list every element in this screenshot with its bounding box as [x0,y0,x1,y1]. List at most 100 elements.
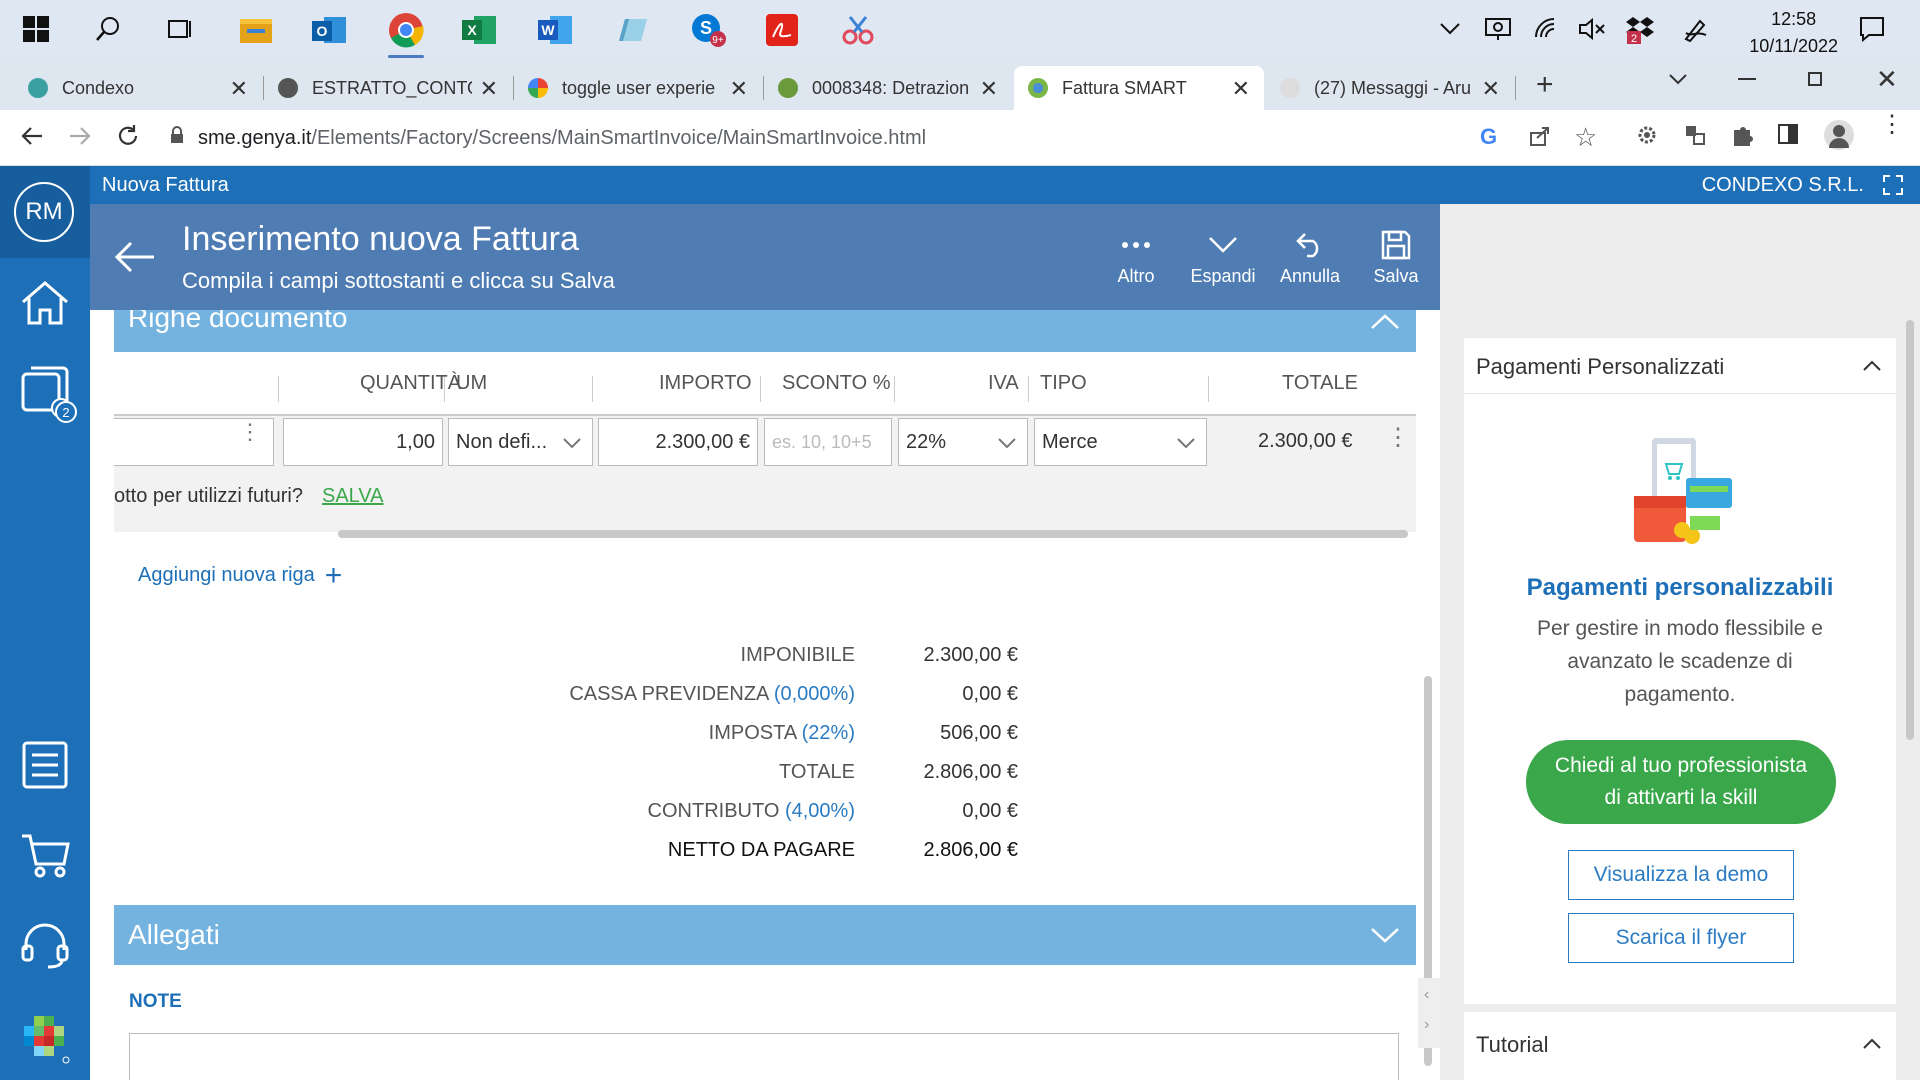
share-icon[interactable] [1528,124,1552,153]
espandi-button[interactable]: Espandi [1183,224,1263,287]
snipping-tool-icon[interactable] [836,8,880,52]
back-arrow-icon[interactable] [114,240,156,279]
field-menu-dots-icon[interactable]: ⋮ [239,421,261,443]
imposta-percent[interactable]: (22%) [802,722,855,744]
panel-toggle-handle[interactable]: ‹ › [1418,978,1440,1048]
windows-start-icon[interactable] [16,9,56,49]
close-tab-icon[interactable]: ✕ [230,76,248,102]
tab-condexo[interactable]: Condexo ✕ [14,66,264,110]
side-panel-icon[interactable] [1778,124,1798,144]
pen-icon[interactable] [1676,9,1716,49]
add-row-button[interactable]: Aggiungi nuova riga + [138,560,342,590]
forward-arrow-icon[interactable] [68,124,92,153]
task-view-icon[interactable] [160,9,200,49]
iva-select[interactable]: 22% [898,418,1028,466]
right-panel-scrollbar[interactable] [1906,320,1914,740]
description-field[interactable]: ⋮ [114,418,274,466]
back-arrow-icon[interactable] [20,124,44,153]
notes-app-icon[interactable] [610,8,654,52]
tutorial-card[interactable]: Tutorial [1464,1012,1896,1080]
sconto-input[interactable]: es. 10, 10+5 [764,418,892,466]
fullscreen-icon[interactable] [1882,174,1904,202]
profile-avatar-icon[interactable] [1824,120,1854,150]
presentation-icon[interactable] [1478,9,1518,49]
outlook-icon[interactable]: O [308,8,352,52]
excel-icon[interactable]: X [458,8,502,52]
file-explorer-icon[interactable] [234,8,278,52]
chiedi-professionista-button[interactable]: Chiedi al tuo professionista di attivart… [1526,740,1836,824]
extension-pin-icon[interactable] [1682,122,1708,153]
skype-icon[interactable]: S 9+ [686,8,730,52]
minimize-icon[interactable] [1738,78,1756,80]
contributo-percent[interactable]: (4,00%) [785,800,855,822]
righe-section-header[interactable]: Righe documento [114,310,1416,352]
dropbox-icon[interactable]: 2 [1620,9,1660,49]
company-name[interactable]: CONDEXO S.R.L. [1702,174,1864,197]
home-icon[interactable] [18,276,72,330]
note-textarea[interactable] [129,1033,1399,1080]
tab-fattura-smart[interactable]: Fattura SMART ✕ [1014,66,1264,110]
system-clock[interactable]: 12:58 10/11/2022 [1749,6,1838,60]
save-product-link[interactable]: SALVA [322,485,384,508]
annulla-label: Annulla [1279,266,1341,286]
um-select[interactable]: Non defi... [448,418,593,466]
close-tab-icon[interactable]: ✕ [480,76,498,102]
altro-button[interactable]: Altro [1096,224,1176,287]
genya-logo-icon[interactable] [18,1012,72,1066]
google-lens-icon[interactable]: G [1480,124,1497,150]
reload-icon[interactable] [116,124,140,153]
chevron-up-tray-icon[interactable] [1430,9,1470,49]
annulla-button[interactable]: Annulla [1270,224,1350,287]
browser-menu-icon[interactable]: ⋮ [1880,113,1904,137]
pagamenti-card-header[interactable]: Pagamenti Personalizzati [1464,338,1896,394]
contributo-value: 0,00 € [962,800,1018,822]
close-tab-icon[interactable]: ✕ [1482,76,1500,102]
scarica-flyer-button[interactable]: Scarica il flyer [1568,913,1794,963]
cart-icon[interactable] [18,828,72,882]
close-tab-icon[interactable]: ✕ [1232,76,1250,102]
tab-aruba-mail[interactable]: (27) Messaggi - Aru ✕ [1266,66,1516,110]
row-totale: 2.300,00 € [1258,430,1353,452]
importo-input[interactable]: 2.300,00 € [598,418,758,466]
chevron-up-icon[interactable] [1862,360,1882,372]
tipo-select[interactable]: Merce [1034,418,1207,466]
wifi-icon[interactable] [1526,9,1566,49]
close-window-icon[interactable]: ✕ [1876,64,1898,95]
user-avatar[interactable]: RM [14,182,74,242]
pagamenti-card: Pagamenti Personalizzati Pagamenti perso… [1464,338,1896,1004]
save-disk-icon [1356,224,1436,266]
notification-icon[interactable] [1852,9,1892,49]
extensions-puzzle-icon[interactable] [1730,122,1756,153]
url-field[interactable]: sme.genya.it/Elements/Factory/Screens/Ma… [170,118,1570,158]
tab-google-search[interactable]: toggle user experie ✕ [514,66,764,110]
search-icon[interactable] [88,9,128,49]
bookmark-star-icon[interactable]: ☆ [1574,122,1597,153]
documents-icon[interactable]: 2 [18,364,77,423]
quantita-input[interactable]: 1,00 [283,418,443,466]
horizontal-scrollbar[interactable] [338,530,1408,538]
lock-icon[interactable] [170,126,184,150]
imposta-value: 506,00 € [940,722,1018,744]
cassa-percent[interactable]: (0,000%) [774,683,855,705]
restore-icon[interactable] [1808,72,1822,86]
close-tab-icon[interactable]: ✕ [980,76,998,102]
chevron-up-icon[interactable] [1370,314,1400,335]
chevron-down-icon[interactable] [1370,927,1400,948]
new-tab-icon[interactable]: + [1536,68,1554,102]
visualizza-demo-button[interactable]: Visualizza la demo [1568,850,1794,900]
chevron-up-icon[interactable] [1862,1038,1882,1050]
row-menu-dots-icon[interactable]: ⋮ [1386,426,1410,450]
tab-mantis-issue[interactable]: 0008348: Detrazion ✕ [764,66,1012,110]
list-icon[interactable] [18,738,72,792]
tab-estratto-conto[interactable]: ESTRATTO_CONTO_ ✕ [264,66,514,110]
word-icon[interactable]: W [534,8,578,52]
salva-button[interactable]: Salva [1356,224,1436,287]
close-tab-icon[interactable]: ✕ [730,76,748,102]
volume-muted-icon[interactable] [1572,9,1612,49]
allegati-section-header[interactable]: Allegati [114,905,1416,965]
chrome-icon[interactable] [384,8,428,58]
support-headset-icon[interactable] [18,918,72,972]
acrobat-icon[interactable] [760,8,804,52]
tab-search-chevron-icon[interactable] [1668,72,1688,90]
extension-gear-icon[interactable] [1634,122,1660,153]
